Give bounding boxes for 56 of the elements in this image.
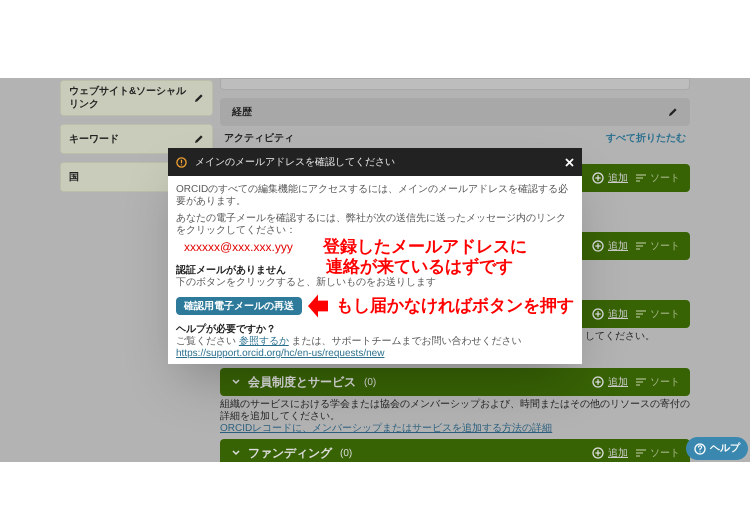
sort-icon[interactable]: [636, 378, 646, 386]
help-button[interactable]: ヘルプ: [686, 437, 748, 460]
sort-icon[interactable]: [636, 174, 646, 182]
plus-circle-icon[interactable]: [592, 172, 604, 184]
info-link[interactable]: ORCIDレコードに、メンバーシップまたはサービスを追加する方法の詳細: [220, 423, 552, 435]
sidebar-item[interactable]: キーワード: [69, 132, 189, 146]
sidebar-item[interactable]: 国: [69, 170, 79, 184]
collapse-all-link[interactable]: すべて折りたたむ: [606, 131, 686, 146]
pencil-icon[interactable]: [668, 107, 678, 117]
email-address: xxxxxx@xxx.xxx.yyy: [183, 240, 293, 254]
sidebar-item[interactable]: ウェブサイト&ソーシャルリンク: [69, 85, 189, 111]
plus-circle-icon[interactable]: [592, 240, 604, 252]
no-email-heading: 認証メールがありません: [176, 265, 286, 277]
sort-link[interactable]: ソート: [650, 306, 680, 322]
pencil-icon[interactable]: [194, 93, 204, 103]
resend-email-button[interactable]: 確認用電子メールの再送: [176, 297, 302, 315]
chevron-down-icon[interactable]: [232, 450, 240, 456]
section-description: 組織のサービスにおける学会または協会のメンバーシップおよび、時間またはその他のリソースの寄付の詳細を追加してください。: [220, 399, 690, 422]
sort-link[interactable]: ソート: [650, 446, 680, 460]
add-link[interactable]: 追加: [608, 374, 628, 390]
section-title[interactable]: 会員制度とサービス: [248, 373, 356, 391]
instruction-text: あなたの電子メールを確認するには、弊社が次の送信先に送ったメッセージ内のリンクをクリックしてください：: [176, 213, 567, 237]
plus-circle-icon[interactable]: [592, 447, 604, 459]
annotation-text: もし届かなければボタンを押す: [336, 296, 574, 316]
add-link[interactable]: 追加: [608, 238, 628, 254]
sort-icon[interactable]: [636, 310, 646, 318]
help-heading: ヘルプが必要ですか？: [176, 324, 277, 336]
pencil-icon[interactable]: [194, 134, 204, 144]
reference-link[interactable]: 参照するか: [238, 336, 289, 347]
help-text: ご覧ください 参照するか または、サポートチームまでお問い合わせください: [176, 336, 523, 348]
activities-heading: アクティビティ: [224, 132, 294, 146]
add-link[interactable]: 追加: [608, 446, 628, 460]
warning-icon: [176, 156, 187, 168]
plus-circle-icon[interactable]: [592, 376, 604, 388]
sort-link[interactable]: ソート: [650, 170, 680, 186]
plus-circle-icon[interactable]: [592, 308, 604, 320]
no-email-text: 下のボタンをクリックすると、新しいものをお送りします: [176, 277, 437, 289]
intro-text: ORCIDのすべての編集機能にアクセスするには、メインのメールアドレスを確認する必要があります。: [176, 184, 570, 208]
sort-icon[interactable]: [636, 242, 646, 250]
section-title[interactable]: ファンディング: [248, 444, 332, 462]
add-link[interactable]: 追加: [608, 170, 628, 186]
section-count: (0): [340, 446, 352, 460]
annotation-text: 登録したメールアドレスに: [322, 237, 527, 257]
section-count: (0): [364, 376, 376, 390]
question-icon: [694, 442, 706, 454]
dialog-title: メインのメールアドレスを確認してください: [195, 156, 396, 170]
sort-link[interactable]: ソート: [650, 238, 680, 254]
chevron-down-icon[interactable]: [232, 379, 240, 385]
section-description: してください。: [585, 331, 655, 343]
annotation-text: 連絡が来ているはずです: [326, 257, 513, 277]
sort-icon[interactable]: [636, 449, 646, 457]
add-link[interactable]: 追加: [608, 306, 628, 322]
close-icon[interactable]: [565, 158, 574, 166]
support-url-link[interactable]: https://support.orcid.org/hc/en-us/requests/new: [176, 348, 384, 360]
section-title: 経歴: [232, 106, 252, 120]
sort-link[interactable]: ソート: [650, 374, 680, 390]
